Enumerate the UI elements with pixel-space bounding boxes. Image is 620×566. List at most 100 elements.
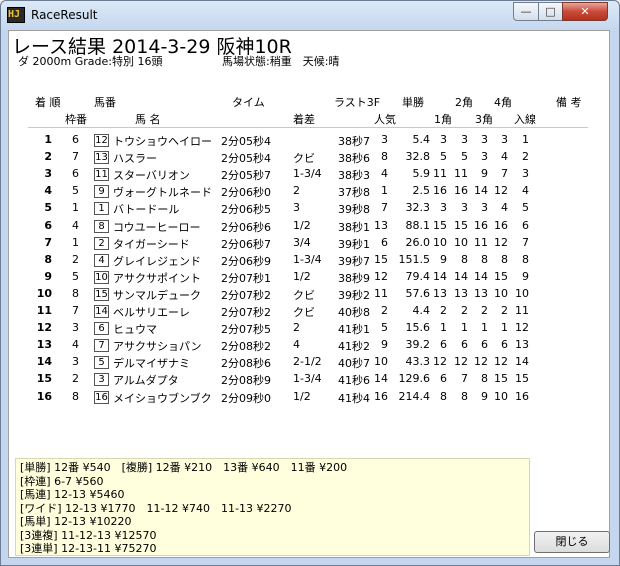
cell-rank: 6 (44, 219, 52, 232)
cell-gate: 6 (72, 167, 79, 180)
cell-corner3: 1 (481, 321, 488, 334)
cell-gate: 7 (72, 304, 79, 317)
cell-corner3: 11 (474, 236, 488, 249)
cell-horse-number: 16 (94, 391, 109, 404)
header-corner3: 3角 (475, 113, 493, 126)
cell-corner2: 3 (461, 133, 468, 146)
cell-horse-name: タイガーシード (113, 238, 190, 251)
cell-horse-number: 12 (94, 134, 109, 147)
cell-horse-name: サンマルデューク (113, 289, 201, 302)
cell-corner1: 10 (433, 236, 447, 249)
cell-corner4: 12 (494, 184, 508, 197)
cell-time: 2分05秒4 (221, 152, 271, 165)
cell-popularity: 2 (381, 304, 388, 317)
cell-finish: 8 (522, 253, 529, 266)
maximize-button[interactable]: □ (538, 2, 563, 21)
cell-gate: 1 (72, 201, 79, 214)
cell-corner4: 2 (501, 304, 508, 317)
payout-line: [3連単] 12-13-11 ¥75270 (20, 542, 157, 555)
cell-last3f: 41秒2 (338, 340, 370, 353)
cell-margin: 2 (293, 184, 300, 197)
cell-last3f: 39秒8 (338, 203, 370, 216)
cell-horse-name: メイショウブンブク (113, 392, 212, 405)
cell-gate: 1 (72, 236, 79, 249)
cell-gate: 2 (72, 372, 79, 385)
cell-horse-number: 11 (94, 168, 109, 181)
cell-last3f: 38秒1 (338, 221, 370, 234)
cell-horse-name: ヒュウマ (113, 323, 157, 336)
cell-rank: 9 (44, 270, 52, 283)
cell-margin: クビ (293, 306, 315, 319)
cell-last3f: 39秒2 (338, 289, 370, 302)
cell-corner3: 3 (481, 201, 488, 214)
header-win-odds: 単勝 (402, 96, 424, 109)
payout-line: [3連複] 11-12-13 ¥12570 (20, 528, 157, 542)
cell-corner4: 8 (501, 253, 508, 266)
cell-horse-number: 2 (94, 237, 109, 250)
window-close-button[interactable]: ✕ (562, 2, 608, 21)
cell-gate: 8 (72, 390, 79, 403)
cell-corner1: 12 (433, 355, 447, 368)
cell-odds: 43.3 (405, 355, 431, 368)
cell-corner1: 6 (440, 338, 447, 351)
cell-rank: 8 (44, 253, 52, 266)
cell-finish: 14 (515, 355, 529, 368)
cell-horse-number: 7 (94, 339, 109, 352)
cell-odds: 39.2 (405, 338, 431, 351)
cell-odds: 26.0 (405, 236, 431, 249)
payout-line: [単勝] 12番 ¥540 [複勝] 12番 ¥210 13番 ¥640 11番… (20, 461, 348, 474)
cell-corner2: 6 (461, 338, 468, 351)
cell-margin: クビ (293, 152, 315, 165)
cell-finish: 10 (515, 287, 529, 300)
cell-finish: 4 (522, 184, 529, 197)
header-finish: 入線 (514, 113, 536, 126)
cell-margin: 3 (293, 201, 300, 214)
cell-last3f: 38秒9 (338, 272, 370, 285)
cell-corner3: 3 (481, 150, 488, 163)
cell-margin: 1/2 (293, 219, 311, 232)
cell-horse-name: アサクサショパン (113, 340, 202, 353)
cell-popularity: 1 (381, 184, 388, 197)
cell-last3f: 37秒8 (338, 186, 370, 199)
cell-horse-number: 9 (94, 185, 109, 198)
minimize-button[interactable]: — (513, 2, 539, 21)
cell-corner2: 3 (461, 201, 468, 214)
cell-gate: 4 (72, 219, 79, 232)
cell-corner4: 15 (494, 372, 508, 385)
cell-popularity: 5 (381, 321, 388, 334)
cell-margin: 1-3/4 (293, 372, 322, 385)
cell-corner1: 8 (440, 390, 447, 403)
cell-corner3: 9 (481, 167, 488, 180)
cell-odds: 79.4 (405, 270, 431, 283)
title-bar[interactable]: HJ RaceResult — □ ✕ (1, 1, 619, 31)
cell-corner2: 12 (454, 355, 468, 368)
cell-odds: 214.4 (398, 390, 431, 403)
cell-corner3: 13 (474, 287, 488, 300)
cell-last3f: 40秒7 (338, 357, 370, 370)
cell-finish: 13 (515, 338, 529, 351)
cell-corner1: 1 (440, 321, 447, 334)
header-time: タイム (232, 96, 265, 109)
header-horse-number: 馬番 (94, 96, 116, 109)
cell-odds: 5.4 (412, 133, 431, 146)
cell-gate: 5 (72, 270, 79, 283)
window-title: RaceResult (31, 8, 98, 22)
cell-horse-number: 4 (94, 254, 109, 267)
cell-time: 2分06秒6 (221, 221, 271, 234)
cell-corner3: 6 (481, 338, 488, 351)
cell-odds: 151.5 (398, 253, 431, 266)
header-rank: 着 順 (35, 96, 61, 109)
header-corner2: 2角 (455, 96, 473, 109)
close-button[interactable]: 閉じる (534, 531, 610, 553)
cell-gate: 3 (72, 355, 79, 368)
cell-horse-number: 3 (94, 373, 109, 386)
header-margin: 着差 (293, 113, 315, 126)
cell-horse-name: トウショウヘイロー (113, 135, 212, 148)
header-last3f: ラスト3F (334, 96, 381, 109)
cell-finish: 9 (522, 270, 529, 283)
cell-last3f: 38秒7 (338, 135, 370, 148)
cell-gate: 7 (72, 150, 79, 163)
cell-rank: 12 (36, 321, 52, 334)
cell-rank: 14 (36, 355, 52, 368)
cell-margin: 1-3/4 (293, 253, 322, 266)
